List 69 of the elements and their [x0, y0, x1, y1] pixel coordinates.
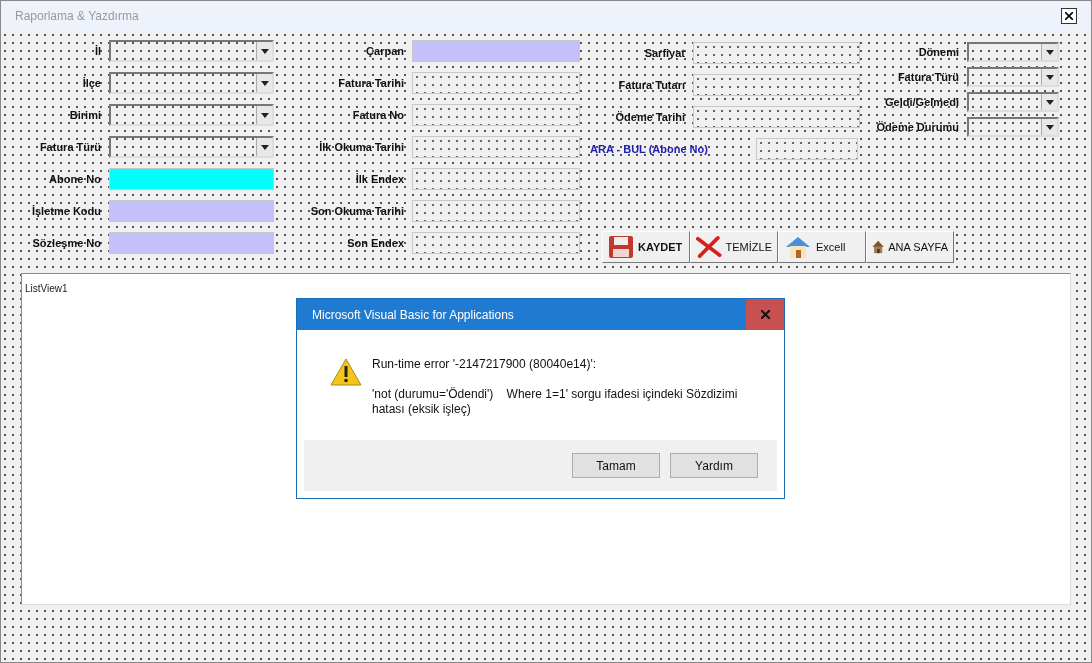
text-field[interactable]	[693, 42, 860, 64]
field-label: Abone No	[48, 171, 102, 187]
list-view-label: ListView1	[25, 283, 68, 294]
dropdown-arrow-icon	[1045, 74, 1054, 80]
field-label: Fatura No	[351, 107, 405, 123]
error-heading: Run-time error '-2147217900 (80040e14)':	[372, 356, 598, 373]
field-label: Çarpan	[365, 43, 405, 59]
field-label: İlk Endex	[354, 171, 405, 187]
dropdown-arrow-icon	[1045, 99, 1054, 105]
field-label: İlk Okuma Tarihi	[318, 139, 405, 155]
text-field[interactable]	[756, 138, 858, 160]
field-label: Fatura Türü	[896, 69, 960, 85]
field-label: Sarfiyat	[643, 45, 686, 61]
field-label: Ödeme Durumu	[875, 119, 960, 135]
close-icon	[760, 310, 770, 319]
dropdown-arrow-icon	[260, 144, 269, 150]
dialog-button[interactable]: Tamam	[572, 453, 660, 478]
window-title: Raporlama & Yazdırma	[15, 8, 139, 25]
field-label: İlçe	[81, 75, 102, 91]
dialog-title: Microsoft Visual Basic for Applications	[312, 306, 514, 324]
text-field[interactable]	[412, 232, 580, 254]
dropdown-field[interactable]	[967, 67, 1059, 87]
field-label: Dönemi	[917, 44, 960, 60]
field-label: Fatura Türü	[38, 139, 102, 155]
dropdown-arrow-icon	[260, 112, 269, 118]
text-field[interactable]	[109, 200, 274, 222]
dropdown-field[interactable]	[109, 72, 274, 94]
field-label: Ödeme Tarihi	[614, 109, 686, 125]
dialog-button[interactable]: Yardım	[670, 453, 758, 478]
field-label: ARA - BUL (Abone No)	[590, 141, 709, 157]
text-field[interactable]	[412, 40, 580, 62]
field-label: Son Okuma Tarihi	[309, 203, 405, 219]
field-label: Sözleşme No	[31, 235, 102, 251]
x-mark-icon	[696, 235, 722, 259]
dropdown-field[interactable]	[967, 117, 1059, 137]
dropdown-field[interactable]	[109, 40, 274, 62]
close-icon	[1065, 12, 1073, 20]
dropdown-arrow-icon	[260, 80, 269, 86]
field-label: İşletme Kodu	[30, 203, 102, 219]
text-field[interactable]	[412, 136, 580, 158]
dropdown-arrow-icon	[1045, 49, 1054, 55]
field-label: Geldi/Gelmedi	[884, 94, 960, 110]
text-field[interactable]	[412, 104, 580, 126]
dropdown-arrow-icon	[260, 48, 269, 54]
field-label: Fatura Tarihi	[337, 75, 405, 91]
dropdown-field[interactable]	[109, 104, 274, 126]
house-icon	[784, 235, 812, 259]
text-field[interactable]	[693, 106, 860, 128]
dropdown-arrow-icon	[1045, 124, 1054, 130]
text-field[interactable]	[109, 168, 274, 190]
dropdown-field[interactable]	[109, 136, 274, 158]
text-field[interactable]	[412, 72, 580, 94]
toolbar-button[interactable]: TEMİZLE	[690, 231, 778, 263]
text-field[interactable]	[693, 74, 860, 96]
warning-icon	[330, 358, 362, 386]
error-message: 'not (durumu='Ödendi') Where 1=1' sorgu ifadesi içindeki Sözdizimi hatası (eksik işleç)	[372, 387, 739, 417]
text-field[interactable]	[412, 200, 580, 222]
field-label: Fatura Tutarı	[617, 77, 686, 93]
field-label: Son Endex	[346, 235, 405, 251]
toolbar-button[interactable]: Excell	[778, 231, 866, 263]
toolbar-button[interactable]: ANA SAYFA	[866, 231, 954, 263]
text-field[interactable]	[412, 168, 580, 190]
dropdown-field[interactable]	[967, 92, 1059, 112]
field-label: İl	[93, 43, 102, 59]
dropdown-field[interactable]	[967, 42, 1059, 62]
text-field[interactable]	[109, 232, 274, 254]
close-button[interactable]	[1061, 8, 1077, 24]
toolbar-button[interactable]: KAYDET	[602, 231, 690, 263]
field-label: Birimi	[68, 107, 102, 123]
